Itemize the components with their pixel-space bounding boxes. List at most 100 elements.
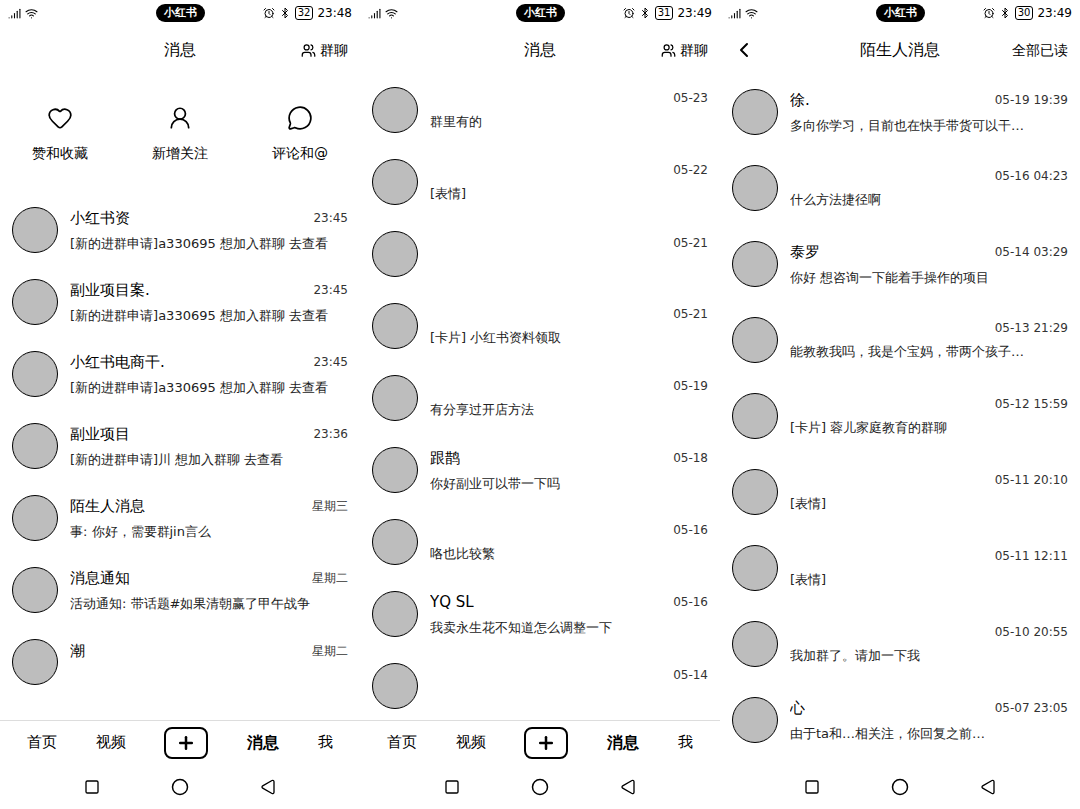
battery: 31 (655, 6, 674, 20)
back-nav-icon[interactable] (260, 779, 276, 795)
back-icon[interactable] (732, 38, 756, 62)
header-action[interactable]: 群聊 (268, 40, 348, 61)
screenshot-collage: 小红书3223:48消息群聊赞和收藏新增关注评论和@小红书资23:45[新的进群… (0, 0, 1080, 809)
tab[interactable]: 首页 (387, 731, 417, 754)
header-title: 消息 (92, 38, 268, 62)
post-button[interactable] (164, 727, 208, 759)
conversation-name: 徐. (790, 89, 810, 112)
conversation-row[interactable]: 陌生人消息星期三事: 你好，需要群jin言么 (0, 482, 360, 554)
conversation-preview: 什么方法捷径啊 (790, 190, 1068, 210)
conversation-preview: 我加群了。请加一下我 (790, 646, 1068, 666)
alarm-icon (263, 7, 275, 19)
clock: 23:49 (677, 4, 712, 22)
tab[interactable]: 视频 (456, 731, 486, 754)
header: 消息群聊 (360, 26, 720, 74)
header-title: 消息 (452, 38, 628, 62)
conversation-row[interactable]: YQ SL05-16我卖永生花不知道怎么调整一下 (360, 578, 720, 650)
conversation-preview: [卡片] 小红书资料领取 (430, 328, 708, 348)
avatar (732, 317, 778, 363)
conversation-row[interactable]: 副业项目案.23:45[新的进群申请]a330695 想加入群聊 去查看 (0, 266, 360, 338)
conversation-time: 05-13 21:29 (995, 319, 1068, 337)
avatar (372, 231, 418, 277)
conversation-row[interactable]: 05-21 [卡片] 小红书资料领取 (360, 290, 720, 362)
conversation-time: 05-12 15:59 (995, 395, 1068, 413)
conversation-name: 跟鹊 (430, 447, 460, 470)
conversation-row[interactable]: 泰罗05-14 03:29你好 想咨询一下能着手操作的项目 (720, 226, 1080, 302)
conversation-row[interactable]: 心05-07 23:05由于ta和…相关注，你回复之前… (720, 682, 1080, 758)
recent-icon[interactable] (444, 779, 460, 795)
avatar (732, 89, 778, 135)
recent-icon[interactable] (804, 779, 820, 795)
back-nav-icon[interactable] (980, 779, 996, 795)
conversation-time: 05-18 (673, 449, 708, 467)
avatar (372, 447, 418, 493)
conversation-time: 05-19 (673, 377, 708, 395)
conversation-row[interactable]: 05-10 20:55我加群了。请加一下我 (720, 606, 1080, 682)
wifi-icon (385, 7, 398, 20)
plus-icon (536, 733, 556, 753)
tab[interactable]: 视频 (96, 731, 126, 754)
tab[interactable]: 首页 (27, 731, 57, 754)
conversation-row[interactable]: 05-16咯也比较繁 (360, 506, 720, 578)
tab[interactable]: 我 (678, 731, 693, 754)
conversation-row[interactable]: 徐.05-19 19:39多向你学习，目前也在快手带货可以干… (720, 74, 1080, 150)
conversation-row[interactable]: 消息通知星期二活动通知: 带话题#如果清朝赢了甲午战争 (0, 554, 360, 626)
conversation-preview: 你好 想咨询一下能着手操作的项目 (790, 268, 1068, 288)
clock: 23:49 (1037, 4, 1072, 22)
conversation-row[interactable]: 05-11 20:10[表情] (720, 454, 1080, 530)
conversation-row[interactable]: 05-19有分享过开店方法 (360, 362, 720, 434)
shortcut[interactable]: 新增关注 (152, 105, 208, 164)
conversation-time: 星期三 (312, 497, 348, 515)
bluetooth-icon (639, 7, 651, 19)
conversation-preview: [表情] (790, 570, 1068, 590)
home-icon[interactable] (171, 778, 189, 796)
tab-bar: 首页 视频 消息 我 (360, 720, 720, 764)
conversation-preview: 由于ta和…相关注，你回复之前… (790, 724, 1068, 744)
conversation-time: 05-16 (673, 593, 708, 611)
conversation-preview: [表情] (790, 494, 1068, 514)
home-icon[interactable] (531, 778, 549, 796)
conversation-row[interactable]: 05-22[表情] (360, 146, 720, 218)
avatar (732, 393, 778, 439)
post-button[interactable] (524, 727, 568, 759)
battery: 32 (295, 6, 314, 20)
conversation-name: 潮 (70, 640, 85, 663)
conversation-preview: [新的进群申请]a330695 想加入群聊 去查看 (70, 378, 348, 398)
header-action[interactable]: 群聊 (628, 40, 708, 61)
conversation-row[interactable]: 潮星期二 (0, 626, 360, 698)
conversation-row[interactable]: 副业项目23:36[新的进群申请]川 想加入群聊 去查看 (0, 410, 360, 482)
conversation-time: 05-21 (673, 305, 708, 323)
comment-icon (287, 105, 313, 131)
conversation-list: 05-23群里有的05-22[表情]05-2105-21[卡片] 小红书资料领取… (360, 74, 720, 720)
home-icon[interactable] (891, 778, 909, 796)
recent-icon[interactable] (84, 779, 100, 795)
header-action[interactable]: 全部已读 (988, 40, 1068, 61)
conversation-name: 消息通知 (70, 567, 130, 590)
conversation-row[interactable]: 05-13 21:29 能教教我吗，我是个宝妈，带两个孩子… (720, 302, 1080, 378)
conversation-preview: 咯也比较繁 (430, 544, 708, 564)
conversation-row[interactable]: 05-11 12:11[表情] (720, 530, 1080, 606)
avatar (12, 495, 58, 541)
shortcut[interactable]: 赞和收藏 (32, 105, 88, 164)
conversation-row[interactable]: 跟鹊05-18你好副业可以带一下吗 (360, 434, 720, 506)
conversation-time: 23:45 (313, 353, 348, 371)
shortcut[interactable]: 评论和@ (272, 105, 328, 164)
avatar (732, 241, 778, 287)
system-nav-bar (720, 764, 1080, 809)
conversation-list: 小红书资23:45[新的进群申请]a330695 想加入群聊 去查看副业项目案.… (0, 194, 360, 720)
conversation-row[interactable]: 05-21 (360, 218, 720, 290)
conversation-time: 23:45 (313, 209, 348, 227)
conversation-row[interactable]: 小红书资23:45[新的进群申请]a330695 想加入群聊 去查看 (0, 194, 360, 266)
back-nav-icon[interactable] (620, 779, 636, 795)
conversation-row[interactable]: 05-14 (360, 650, 720, 720)
tab[interactable]: 消息 (607, 731, 639, 755)
conversation-row[interactable]: 小红书电商干.23:45[新的进群申请]a330695 想加入群聊 去查看 (0, 338, 360, 410)
conversation-row[interactable]: 05-23群里有的 (360, 74, 720, 146)
conversation-row[interactable]: 05-16 04:23什么方法捷径啊 (720, 150, 1080, 226)
conversation-row[interactable]: 05-12 15:59[卡片] 蓉儿家庭教育的群聊 (720, 378, 1080, 454)
avatar (12, 423, 58, 469)
tab[interactable]: 消息 (247, 731, 279, 755)
tab[interactable]: 我 (318, 731, 333, 754)
conversation-preview: 能教教我吗，我是个宝妈，带两个孩子… (790, 342, 1068, 362)
